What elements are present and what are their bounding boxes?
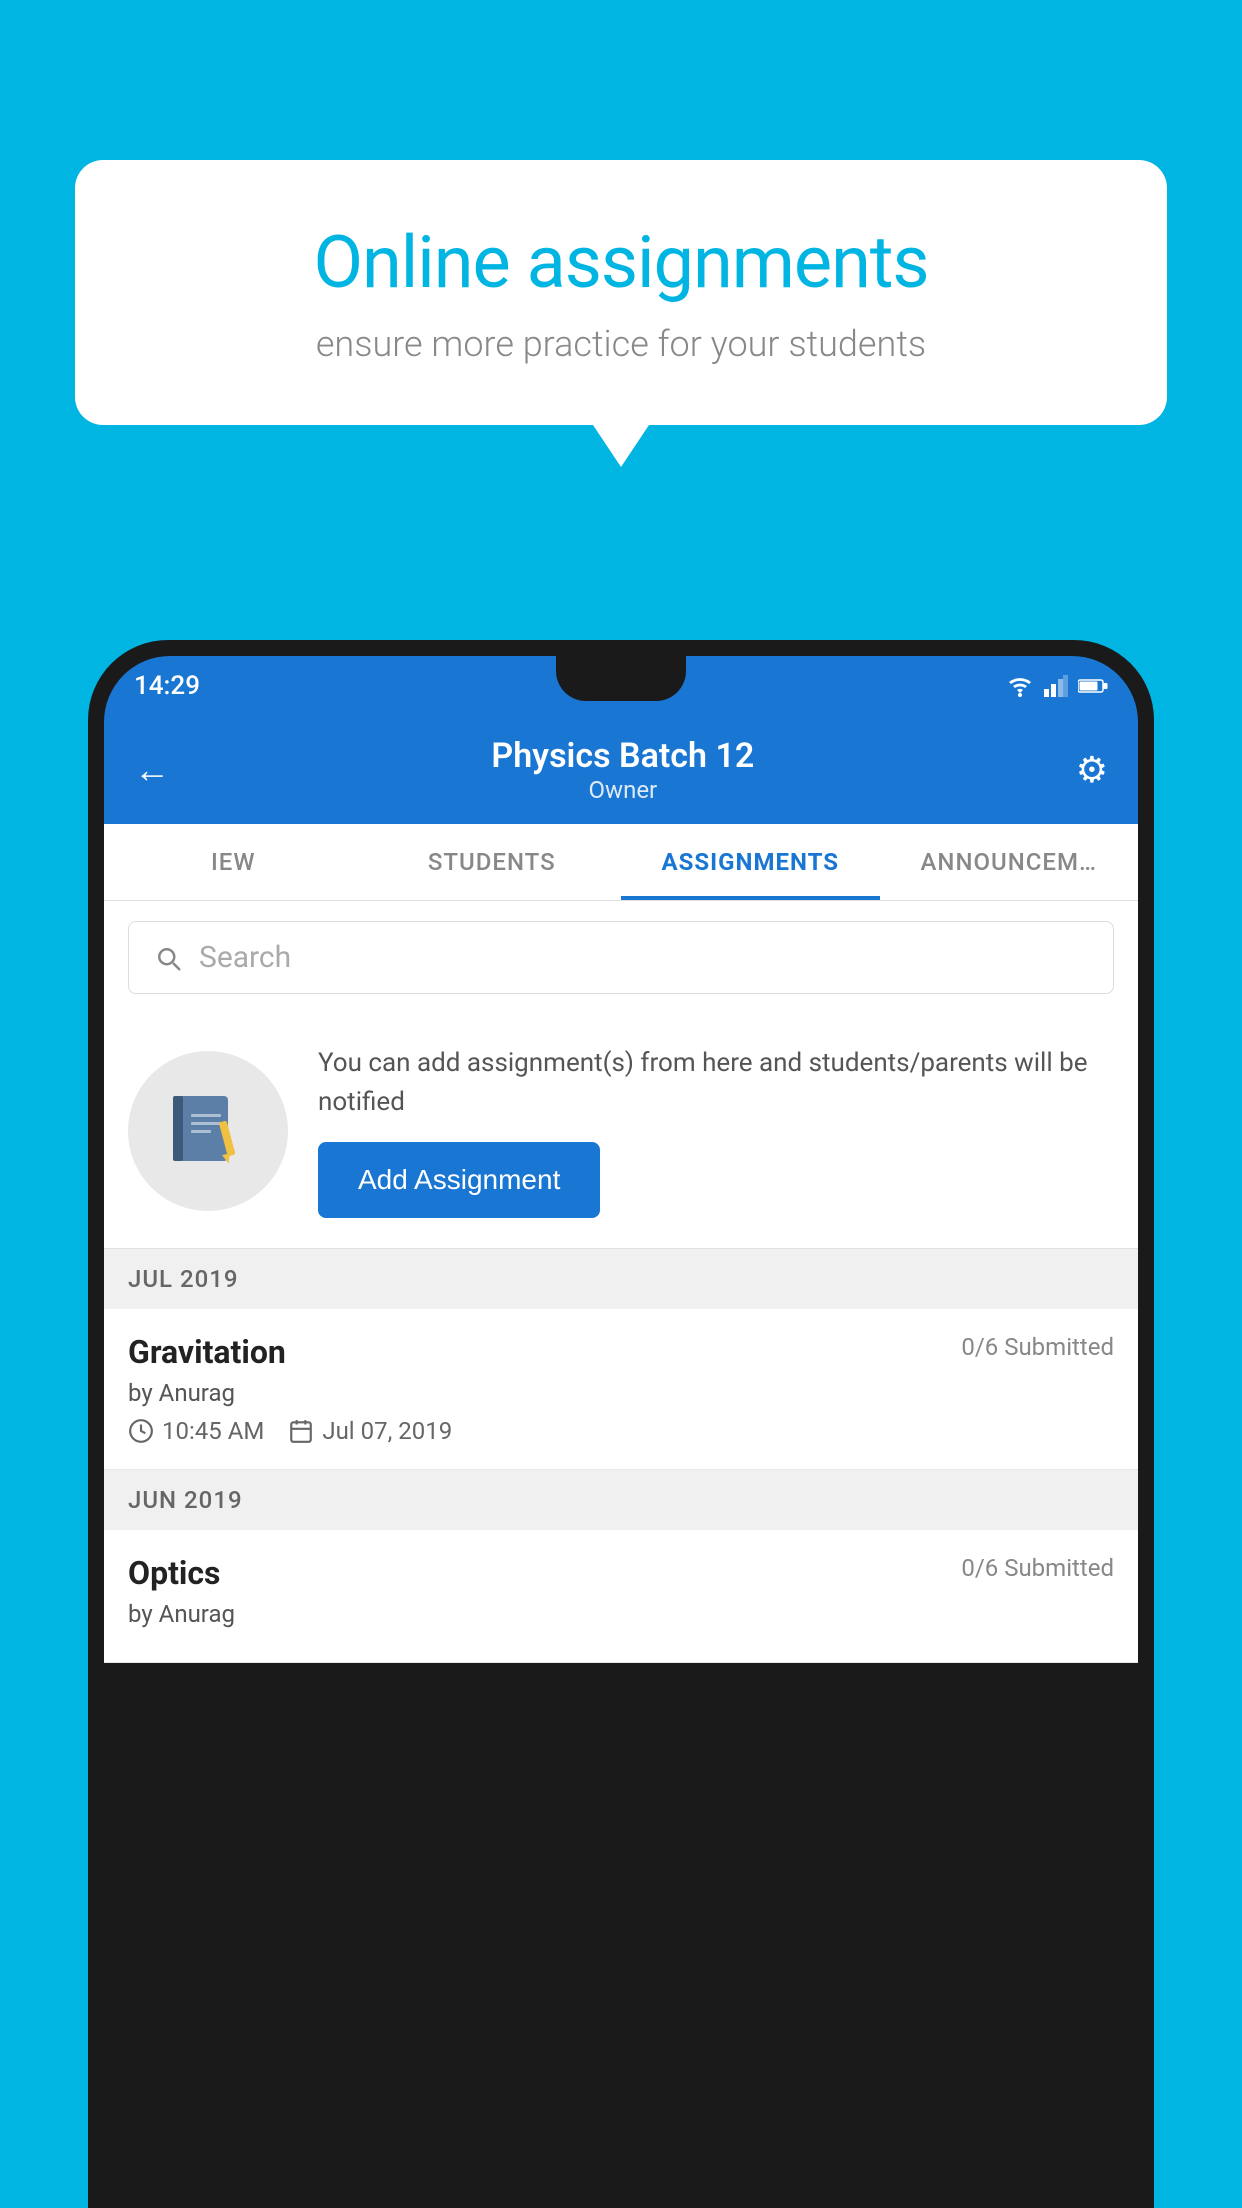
search-bar: Search (104, 901, 1138, 1014)
promo-content: You can add assignment(s) from here and … (318, 1044, 1114, 1218)
back-button[interactable]: ← (134, 749, 170, 791)
optics-submitted: 0/6 Submitted (961, 1554, 1114, 1582)
search-icon (153, 943, 183, 973)
speech-bubble-title: Online assignments (145, 220, 1097, 305)
phone-frame: 14:29 (88, 640, 1154, 2208)
add-assignment-button[interactable]: Add Assignment (318, 1142, 600, 1218)
promo-description: You can add assignment(s) from here and … (318, 1044, 1114, 1122)
assignment-optics[interactable]: Optics 0/6 Submitted by Anurag (104, 1530, 1138, 1663)
status-icons (1006, 675, 1108, 697)
status-bar: 14:29 (104, 656, 1138, 716)
assignment-meta: 10:45 AM Jul 07, 2019 (128, 1417, 1114, 1445)
calendar-icon (288, 1418, 314, 1444)
speech-bubble-container: Online assignments ensure more practice … (75, 160, 1167, 425)
battery-icon (1078, 678, 1108, 694)
tab-assignments[interactable]: ASSIGNMENTS (621, 824, 880, 900)
batch-title: Physics Batch 12 (170, 736, 1076, 776)
assignment-by: by Anurag (128, 1379, 1114, 1407)
speech-bubble: Online assignments ensure more practice … (75, 160, 1167, 425)
header-center: Physics Batch 12 Owner (170, 736, 1076, 804)
status-time: 14:29 (134, 671, 200, 701)
clock-icon (128, 1418, 154, 1444)
screen-content: Search (104, 901, 1138, 1663)
assignment-title: Gravitation (128, 1333, 286, 1371)
signal-icon (1044, 675, 1068, 697)
speech-bubble-subtitle: ensure more practice for your students (145, 323, 1097, 365)
optics-top-row: Optics 0/6 Submitted (128, 1554, 1114, 1592)
search-placeholder-text: Search (199, 940, 291, 975)
tab-announcements[interactable]: ANNOUNCEM… (880, 824, 1139, 900)
search-input-wrapper[interactable]: Search (128, 921, 1114, 994)
tab-students[interactable]: STUDENTS (363, 824, 622, 900)
add-assignment-promo: You can add assignment(s) from here and … (104, 1014, 1138, 1249)
notch (556, 656, 686, 701)
optics-by: by Anurag (128, 1600, 1114, 1628)
phone-inner: 14:29 (104, 656, 1138, 2208)
assignment-top-row: Gravitation 0/6 Submitted (128, 1333, 1114, 1371)
section-jun-2019: JUN 2019 (104, 1470, 1138, 1530)
assignment-gravitation[interactable]: Gravitation 0/6 Submitted by Anurag 10:4… (104, 1309, 1138, 1470)
wifi-icon (1006, 675, 1034, 697)
optics-title: Optics (128, 1554, 220, 1592)
section-jul-2019: JUL 2019 (104, 1249, 1138, 1309)
assignment-submitted: 0/6 Submitted (961, 1333, 1114, 1361)
assignment-time: 10:45 AM (128, 1417, 264, 1445)
app-header: ← Physics Batch 12 Owner ⚙ (104, 716, 1138, 824)
assignment-date: Jul 07, 2019 (288, 1417, 452, 1445)
tabs-bar: IEW STUDENTS ASSIGNMENTS ANNOUNCEM… (104, 824, 1138, 901)
notebook-icon (163, 1086, 253, 1176)
promo-icon-circle (128, 1051, 288, 1211)
settings-button[interactable]: ⚙ (1076, 749, 1108, 791)
tab-iew[interactable]: IEW (104, 824, 363, 900)
batch-subtitle: Owner (170, 776, 1076, 804)
